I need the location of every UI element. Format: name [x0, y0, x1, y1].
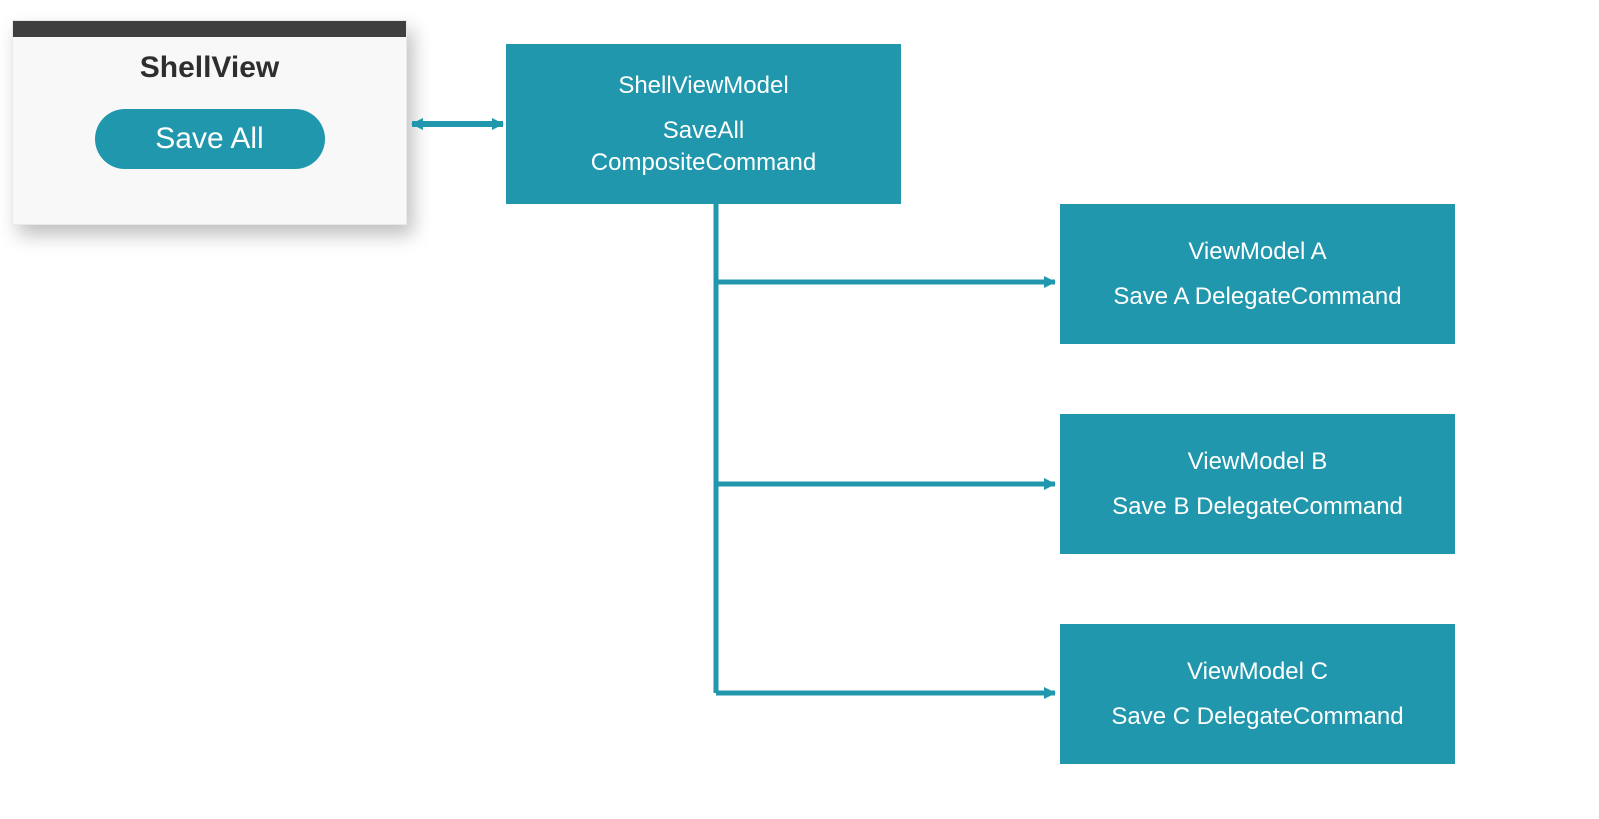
shell-view-model-box: ShellViewModel SaveAll CompositeCommand — [506, 44, 901, 204]
shell-view-model-cmd-line2: CompositeCommand — [591, 149, 816, 176]
view-model-a-box: ViewModel A Save A DelegateCommand — [1060, 204, 1455, 344]
view-model-c-command: Save C DelegateCommand — [1111, 701, 1403, 732]
shellview-window: ShellView Save All — [12, 20, 407, 225]
view-model-b-command: Save B DelegateCommand — [1112, 491, 1403, 522]
shell-view-model-title: ShellViewModel — [618, 70, 788, 101]
view-model-c-title: ViewModel C — [1187, 656, 1328, 687]
shellview-title: ShellView — [13, 51, 406, 85]
view-model-b-title: ViewModel B — [1188, 446, 1328, 477]
view-model-a-title: ViewModel A — [1188, 236, 1326, 267]
view-model-b-box: ViewModel B Save B DelegateCommand — [1060, 414, 1455, 554]
save-all-button[interactable]: Save All — [95, 109, 325, 169]
shell-view-model-cmd-line1: SaveAll — [663, 117, 744, 144]
window-titlebar — [13, 21, 406, 37]
view-model-c-box: ViewModel C Save C DelegateCommand — [1060, 624, 1455, 764]
view-model-a-command: Save A DelegateCommand — [1113, 281, 1401, 312]
